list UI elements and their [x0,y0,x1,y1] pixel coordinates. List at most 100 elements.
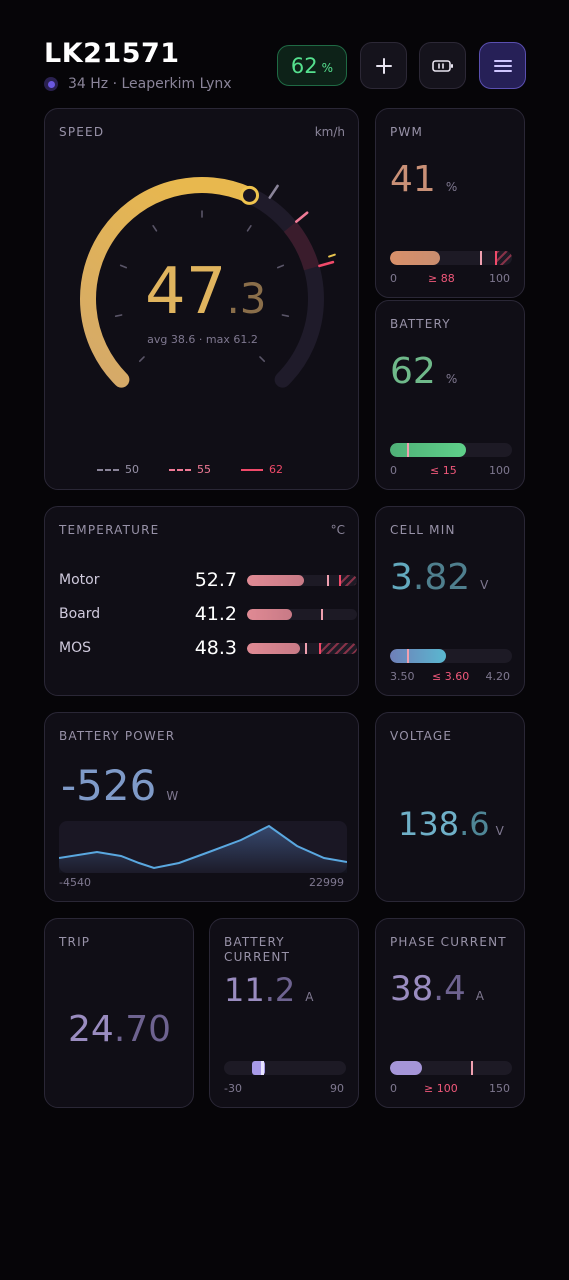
battery-scale-min: 0 [390,464,397,477]
speed-stats: avg 38.6 · max 61.2 [147,333,258,346]
phase-current-value-int: 38 [390,969,434,1009]
device-title: LK21571 [44,38,180,69]
battery-scale-max: 100 [489,464,510,477]
device-info-text: 34 Hz · Leaperkim Lynx [68,76,232,92]
temp-bar-threshold-mos [318,642,321,654]
pwm-value: 41 % [390,159,457,200]
pwm-bar-fill [390,251,441,265]
battery-label: BATTERY [390,317,451,331]
temp-bar-mos [247,642,357,654]
gauge-marker-55 [295,211,309,223]
legend-item-55: 55 [169,463,211,476]
temp-row-board: Board 41.2 [59,603,359,625]
battery-current-unit: A [305,990,314,1004]
battery-current-scale-min: -30 [224,1082,242,1095]
temp-bar-danger-mos [319,642,357,654]
cell-min-bar-fill [390,649,447,663]
cell-min-value-int: 3 [390,557,413,598]
connection-status-icon [44,77,58,91]
gauge-danger-zone [283,221,320,271]
battery-pill[interactable]: 62 % [277,45,347,86]
temp-bar-fill-mos [247,642,300,654]
temperature-unit: °C [330,523,345,537]
temp-bar-marker-motor [327,574,330,586]
gauge-tick [281,314,290,317]
voltage-value-int: 138 [398,805,460,843]
gauge-knob [240,185,260,205]
legend-line-55 [169,468,191,471]
gauge-tick [152,225,158,232]
trip-value: 24 .70 [68,1009,171,1050]
pwm-card: PWM 41 % 0 ≥ 88 100 [375,108,525,298]
add-button[interactable] [360,42,407,89]
temp-value-board: 41.2 [194,603,237,625]
temp-value-mos: 48.3 [194,637,237,659]
temp-name-board: Board [59,606,101,622]
menu-button[interactable] [479,42,526,89]
battery-pill-unit: % [321,61,334,75]
cell-min-scale-min: 3.50 [390,670,415,683]
temperature-card: TEMPERATURE °C Motor 52.7 Board 41.2 MOS… [44,506,359,696]
temp-name-motor: Motor [59,572,100,588]
gauge-tick [246,225,252,232]
speed-label: SPEED [59,125,105,139]
battery-unit: % [445,372,458,386]
gauge-tick [114,314,123,317]
cell-min-scale-max: 4.20 [485,670,511,683]
temp-row-motor: Motor 52.7 [59,569,359,591]
battery-power-scale-min: -4540 [59,876,91,889]
menu-icon [493,59,512,72]
voltage-label: VOLTAGE [390,729,453,743]
phase-current-scale-min: 0 [390,1082,397,1095]
phase-current-bar [390,1061,512,1075]
temp-bar-motor [247,574,357,586]
cell-min-value: 3 .82 V [390,557,488,598]
phase-current-scale-threshold: ≥ 100 [424,1082,458,1095]
gauge-max-marker [328,253,336,258]
phase-current-scale-max: 150 [489,1082,510,1095]
gauge-tick [276,264,285,269]
cell-min-card: CELL MIN 3 .82 V 3.50 ≤ 3.60 4.20 [375,506,525,696]
temp-bar-marker-board [320,608,323,620]
legend-label-62: 62 [269,463,283,476]
plus-icon [375,57,392,74]
gauge-marker-50 [268,184,279,199]
battery-current-label-line1: BATTERY [224,935,285,949]
battery-power-label: BATTERY POWER [59,729,176,743]
legend-item-50: 50 [97,463,139,476]
battery-current-bar [224,1061,346,1075]
battery-value-number: 62 [390,351,436,392]
cell-min-unit: V [480,578,489,592]
phase-current-bar-fill [390,1061,422,1075]
temp-bar-marker-mos [305,642,308,654]
legend-label-50: 50 [125,463,139,476]
trip-value-int: 24 [68,1009,114,1050]
speed-legend: 50 55 62 [97,463,283,476]
gauge-tick [259,356,266,363]
pwm-bar-danger-zone [497,251,512,265]
phase-current-label: PHASE CURRENT [390,935,507,949]
pwm-scale-max: 100 [489,272,510,285]
battery-power-sparkline [59,821,347,873]
voltage-value-dec: .6 [459,805,490,843]
speed-unit: km/h [314,125,345,139]
cell-min-bar [390,649,512,663]
gauge-tick [119,264,128,269]
phase-current-value: 38 .4 A [390,969,484,1009]
battery-button[interactable] [419,42,466,89]
battery-current-label-line2: CURRENT [224,950,291,964]
legend-item-62: 62 [241,463,283,476]
gauge-tick [138,356,145,363]
speed-value: 47 .3 [145,255,267,329]
pwm-label: PWM [390,125,424,139]
phase-current-card: PHASE CURRENT 38 .4 A 0 ≥ 100 150 [375,918,525,1108]
cell-min-bar-threshold [407,649,410,663]
temp-bar-threshold-motor [339,574,342,586]
phase-current-unit: A [475,989,484,1003]
battery-current-card: BATTERY CURRENT 11 .2 A -30 90 [209,918,359,1108]
temperature-label: TEMPERATURE [59,523,160,537]
device-subtitle: 34 Hz · Leaperkim Lynx [44,76,232,92]
battery-current-bar-marker [260,1061,264,1075]
phase-current-bar-threshold [470,1061,473,1075]
temp-value-motor: 52.7 [194,569,237,591]
